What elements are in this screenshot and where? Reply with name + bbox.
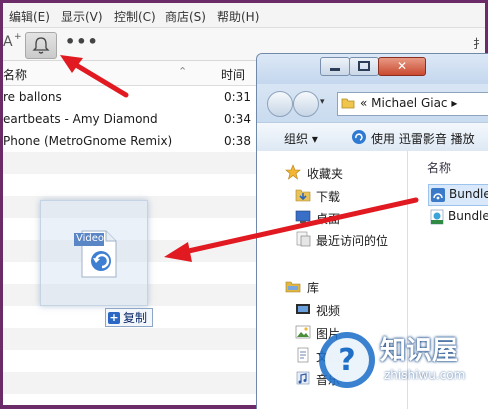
svg-text:?: ? (338, 343, 355, 378)
arrow-to-bell-icon (60, 55, 129, 98)
watermark-logo-icon: ? (319, 332, 375, 388)
arrow-to-song-list-icon (164, 197, 419, 262)
watermark: ? 知识屋 zhishiwu.com (316, 326, 476, 398)
watermark-title: 知识屋 (380, 336, 459, 366)
watermark-url: zhishiwu.com (384, 368, 466, 382)
